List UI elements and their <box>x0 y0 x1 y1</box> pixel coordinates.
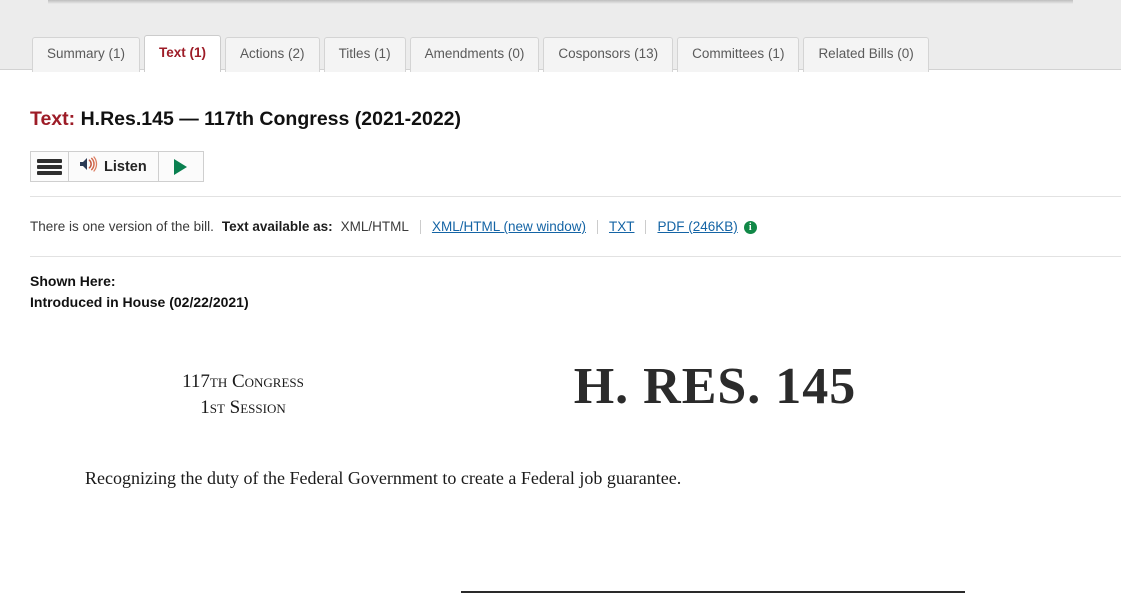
link-xml-html-new-window[interactable]: XML/HTML (new window) <box>432 218 586 236</box>
page-header-band <box>0 0 1121 10</box>
header-shadow <box>48 0 1073 4</box>
play-button[interactable] <box>158 152 203 181</box>
tab-text[interactable]: Text (1) <box>144 35 222 73</box>
bill-number-heading: H. RES. 145 <box>573 358 857 415</box>
shown-here-block: Shown Here: Introduced in House (02/22/2… <box>30 271 249 313</box>
divider-top <box>30 196 1121 197</box>
tab-titles-label: Titles (1) <box>338 46 391 61</box>
bill-tab-strip: Summary (1) Text (1) Actions (2) Titles … <box>0 10 1121 73</box>
tab-related-bills-label: Related Bills (0) <box>818 46 914 61</box>
menu-bar <box>37 170 62 175</box>
current-format: XML/HTML <box>340 219 409 234</box>
page-title: Text: H.Res.145 — 117th Congress (2021-2… <box>30 107 461 131</box>
shown-here-value: Introduced in House (02/22/2021) <box>30 294 249 310</box>
tab-committees[interactable]: Committees (1) <box>677 37 800 72</box>
version-note: There is one version of the bill. <box>30 219 214 234</box>
tab-actions[interactable]: Actions (2) <box>225 37 320 72</box>
tab-cosponsors-label: Cosponsors (13) <box>558 46 659 61</box>
tab-titles[interactable]: Titles (1) <box>323 37 406 72</box>
tab-committees-label: Committees (1) <box>692 46 785 61</box>
speaker-sound-icon <box>78 156 98 177</box>
tab-list: Summary (1) Text (1) Actions (2) Titles … <box>32 35 929 73</box>
play-triangle-icon <box>174 158 188 175</box>
page-title-value: H.Res.145 — 117th Congress (2021-2022) <box>80 108 462 130</box>
congress-heading: 117th Congress 1st Session <box>150 369 336 421</box>
menu-bar <box>37 164 62 169</box>
info-icon[interactable]: i <box>743 220 757 234</box>
listen-widget: Listen <box>30 151 204 182</box>
menu-bar <box>37 158 62 163</box>
tab-summary[interactable]: Summary (1) <box>32 37 141 72</box>
listen-button-label: Listen <box>104 158 147 175</box>
separator <box>596 220 598 234</box>
tab-amendments[interactable]: Amendments (0) <box>409 37 540 72</box>
tab-related-bills[interactable]: Related Bills (0) <box>803 37 929 72</box>
shown-here-heading: Shown Here: <box>30 273 116 289</box>
text-available-label: Text available as: <box>221 219 333 234</box>
divider-bottom <box>30 256 1121 257</box>
congress-line-2: 1st Session <box>200 397 286 418</box>
link-pdf[interactable]: PDF (246KB) <box>657 218 737 236</box>
hamburger-menu-icon[interactable] <box>31 152 69 181</box>
bill-description: Recognizing the duty of the Federal Gove… <box>85 468 682 488</box>
tab-actions-label: Actions (2) <box>240 46 305 61</box>
page-title-label: Text: <box>30 108 76 130</box>
tab-amendments-label: Amendments (0) <box>424 46 525 61</box>
separator <box>645 220 647 234</box>
text-formats-row: There is one version of the bill. Text a… <box>30 218 757 236</box>
tab-cosponsors[interactable]: Cosponsors (13) <box>543 37 674 72</box>
tab-text-label: Text (1) <box>159 45 207 60</box>
listen-button[interactable]: Listen <box>69 152 159 181</box>
congress-line-1: 117th Congress <box>182 371 304 392</box>
link-txt[interactable]: TXT <box>609 218 635 236</box>
tab-summary-label: Summary (1) <box>47 46 126 61</box>
separator <box>419 220 421 234</box>
